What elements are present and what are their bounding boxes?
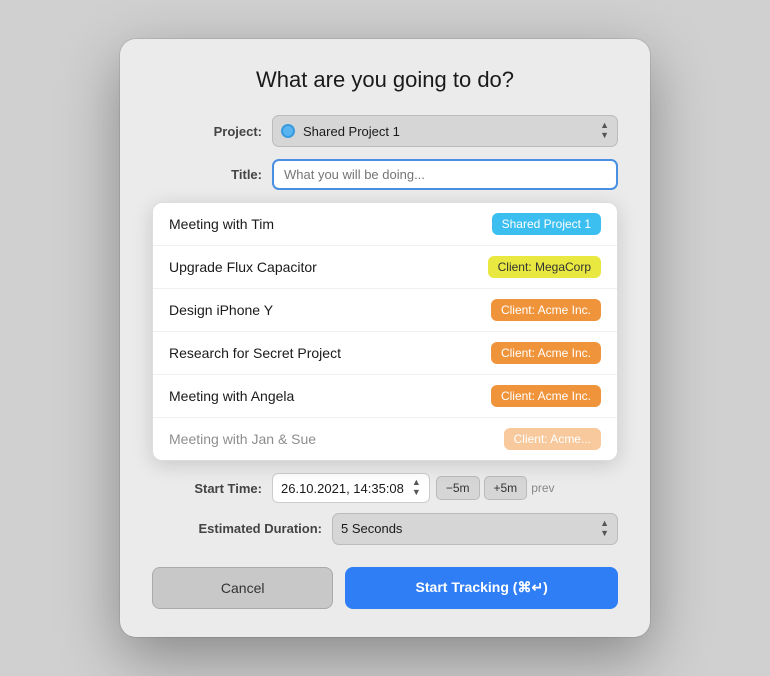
item-badge: Client: MegaCorp [488,256,601,278]
item-badge: Client: Acme Inc. [491,299,601,321]
list-item[interactable]: Upgrade Flux Capacitor Client: MegaCorp [153,246,617,289]
estimated-value: 5 Seconds [341,521,594,536]
list-item[interactable]: Meeting with Tim Shared Project 1 [153,203,617,246]
main-dialog: What are you going to do? Project: Share… [120,39,650,636]
suggestions-list: Meeting with Tim Shared Project 1 Upgrad… [153,203,617,460]
estimated-label: Estimated Duration: [152,521,332,536]
minus5-button[interactable]: −5m [436,476,480,500]
plus5-button[interactable]: +5m [484,476,528,500]
start-time-label: Start Time: [152,481,272,496]
item-badge: Shared Project 1 [492,213,601,235]
suggestions-dropdown: Meeting with Tim Shared Project 1 Upgrad… [152,202,618,461]
item-name: Design iPhone Y [169,302,273,318]
list-item[interactable]: Meeting with Angela Client: Acme Inc. [153,375,617,418]
start-tracking-button[interactable]: Start Tracking (⌘↵) [345,567,618,609]
button-row: Cancel Start Tracking (⌘↵) [152,567,618,609]
item-name: Research for Secret Project [169,345,341,361]
list-item[interactable]: Design iPhone Y Client: Acme Inc. [153,289,617,332]
item-badge: Client: Acme... [504,428,601,450]
item-badge: Client: Acme Inc. [491,385,601,407]
estimated-select[interactable]: 5 Seconds ▲▼ [332,513,618,545]
estimated-stepper[interactable]: ▲▼ [600,519,609,539]
item-name: Meeting with Tim [169,216,274,232]
title-row: Title: [152,159,618,190]
cancel-button[interactable]: Cancel [152,567,333,609]
list-item[interactable]: Meeting with Jan & Sue Client: Acme... [153,418,617,460]
title-label: Title: [152,167,272,182]
start-time-value: 26.10.2021, 14:35:08 [281,481,404,496]
item-name: Upgrade Flux Capacitor [169,259,317,275]
start-time-stepper[interactable]: ▲▼ [412,478,421,498]
project-stepper-icon[interactable]: ▲▼ [600,121,609,141]
project-row: Project: Shared Project 1 ▲▼ [152,115,618,147]
item-name: Meeting with Jan & Sue [169,431,316,447]
start-time-row: Start Time: 26.10.2021, 14:35:08 ▲▼ −5m … [152,473,618,503]
start-time-input[interactable]: 26.10.2021, 14:35:08 ▲▼ [272,473,430,503]
item-name: Meeting with Angela [169,388,294,404]
item-badge: Client: Acme Inc. [491,342,601,364]
project-select[interactable]: Shared Project 1 ▲▼ [272,115,618,147]
project-label: Project: [152,124,272,139]
list-item[interactable]: Research for Secret Project Client: Acme… [153,332,617,375]
project-select-text: Shared Project 1 [303,124,594,139]
project-color-dot [281,124,295,138]
dialog-title: What are you going to do? [152,67,618,93]
prev-button[interactable]: prev [531,481,554,495]
title-input[interactable] [272,159,618,190]
estimated-row: Estimated Duration: 5 Seconds ▲▼ [152,513,618,545]
